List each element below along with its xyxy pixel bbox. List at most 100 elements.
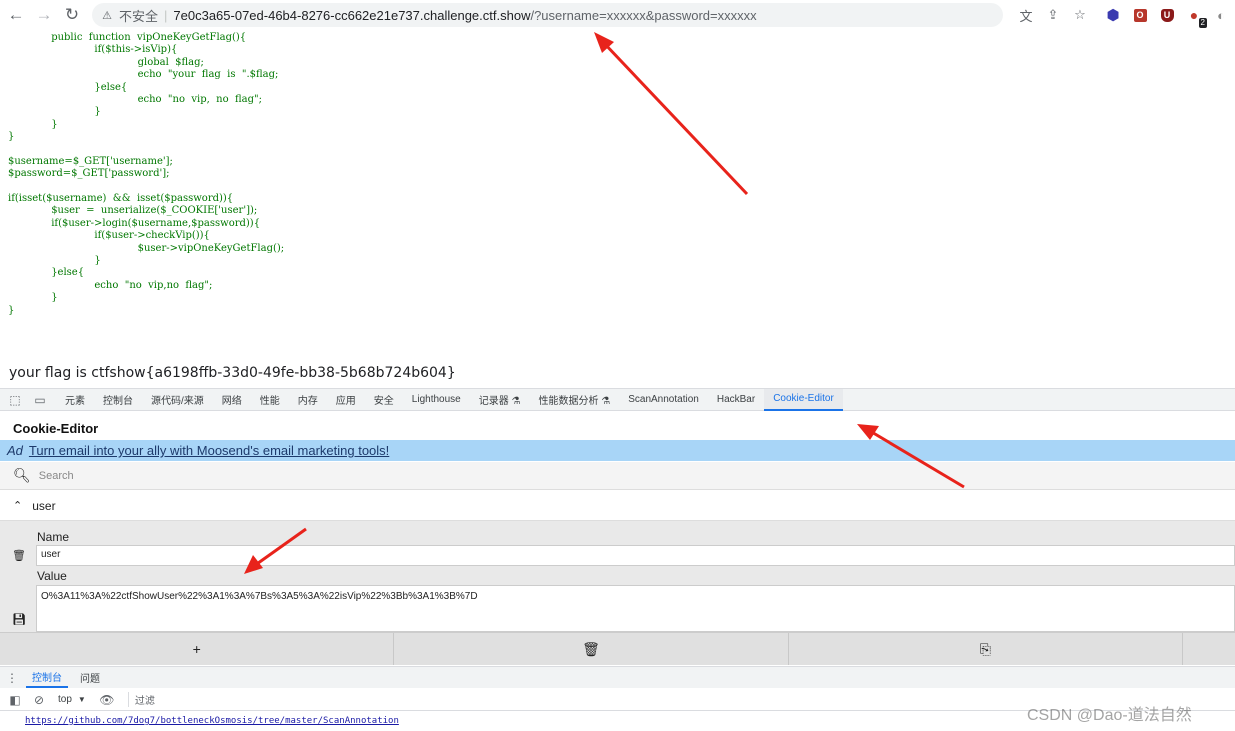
watermark: CSDN @Dao-道法自然 xyxy=(1027,707,1192,724)
context-selector[interactable]: top ▼ xyxy=(58,694,86,705)
eye-icon[interactable]: 👁︎ xyxy=(98,693,116,707)
cookie-edit-form: Name 🗑︎ user Value 💾︎ O%3A11%3A%22ctfSho… xyxy=(0,521,1235,632)
cookie-icon: ● xyxy=(1189,7,1199,23)
code-line: } xyxy=(51,292,58,304)
code-line: if($user->login($username,$password)){ xyxy=(51,217,261,229)
caret-down-icon: ▼ xyxy=(77,695,86,704)
code-line: }else{ xyxy=(94,81,128,93)
cookie-item-name: user xyxy=(32,498,56,513)
code-line: if($this->isVip){ xyxy=(94,44,178,56)
devtools-tab[interactable]: ScanAnnotation xyxy=(619,389,708,411)
warning-icon: ⚠ xyxy=(102,9,112,22)
ad-banner: Ad Turn email into your ally with Moosen… xyxy=(0,440,1235,461)
export-cookies-button[interactable] xyxy=(1183,633,1235,665)
share-icon: ⇪ xyxy=(1047,7,1059,22)
console-link[interactable]: https://github.com/7dog7/bottleneckOsmos… xyxy=(25,716,399,726)
more-vertical-icon[interactable]: ⋮ xyxy=(4,671,20,685)
devtools-tab[interactable]: Lighthouse xyxy=(403,389,470,411)
extension-badge: 2 xyxy=(1198,18,1207,28)
name-label: Name xyxy=(37,530,70,544)
puzzle-icon: ◐ xyxy=(1217,7,1225,23)
cookie-item-header[interactable]: ⌃ user xyxy=(0,491,1235,521)
toolbar-actions: 文 ⇪ ☆ ⬢ O U ● 2 ◐ xyxy=(1015,4,1235,28)
flag-output: your flag is ctfshow{a6198ffb-33d0-49fe-… xyxy=(9,365,456,381)
devtools-tab[interactable]: 记录器 ⚗ xyxy=(470,389,530,411)
extension-office-button[interactable]: O xyxy=(1129,4,1151,26)
devtools-tab[interactable]: Cookie-Editor xyxy=(764,388,843,411)
devtools-tab[interactable]: 应用 xyxy=(327,389,365,411)
drawer-tab-issues[interactable]: 问题 xyxy=(74,667,106,688)
save-cookie-button[interactable]: 💾︎ xyxy=(12,613,26,626)
extension-puzzle-button[interactable]: ◐ xyxy=(1210,4,1232,26)
share-button[interactable]: ⇪ xyxy=(1042,4,1064,26)
drawer-tabbar: ⋮ 控制台 问题 xyxy=(0,666,1235,688)
devtools-tab[interactable]: 源代码/来源 xyxy=(142,389,213,411)
code-line: if(isset($username) && isset($password))… xyxy=(8,193,234,205)
import-cookies-button[interactable]: ⎘ xyxy=(789,633,1183,665)
ad-link[interactable]: Turn email into your ally with Moosend's… xyxy=(29,443,389,458)
extension-hackbar-button[interactable]: ⬢ xyxy=(1102,4,1124,26)
sidebar-toggle-icon[interactable]: ◧ xyxy=(6,693,24,707)
clear-console-icon[interactable]: ⊘ xyxy=(30,693,48,707)
devtools-tab[interactable]: 性能数据分析 ⚗ xyxy=(529,389,619,411)
plus-icon: + xyxy=(192,641,201,657)
device-toolbar-button[interactable]: ▭ xyxy=(30,390,50,410)
device-icon: ▭ xyxy=(34,392,46,407)
cookie-search-input[interactable] xyxy=(38,469,939,482)
cookie-search-bar: 🔍︎ xyxy=(0,462,1235,490)
code-line: $password=$_GET['password']; xyxy=(8,168,170,180)
code-line: $user->vipOneKeyGetFlag(); xyxy=(137,242,285,254)
devtools-tab[interactable]: 控制台 xyxy=(94,389,142,411)
url-host: 7e0c3a65-07ed-46b4-8276-cc662e21e737.cha… xyxy=(173,7,531,23)
inspect-element-button[interactable]: ⬚ xyxy=(5,390,25,410)
extension-ublock-button[interactable]: U xyxy=(1156,4,1178,26)
cookie-editor-title: Cookie-Editor xyxy=(13,421,99,436)
add-cookie-button[interactable]: + xyxy=(0,633,395,665)
code-line: if($user->checkVip()){ xyxy=(94,230,210,242)
devtools-tab[interactable]: 性能 xyxy=(251,389,289,411)
code-line: global $flag; xyxy=(137,56,204,68)
chevron-up-icon: ⌃ xyxy=(13,500,23,512)
devtools-tab[interactable]: 网络 xyxy=(213,389,251,411)
browser-toolbar: ← → ↻ ⚠ 不安全 | 7e0c3a65-07ed-46b4-8276-cc… xyxy=(0,0,1235,30)
devtools-tab[interactable]: 元素 xyxy=(56,389,94,411)
star-icon: ☆ xyxy=(1074,7,1086,22)
bookmark-button[interactable]: ☆ xyxy=(1069,4,1091,26)
code-line: } xyxy=(94,106,101,118)
code-line: }else{ xyxy=(51,267,85,279)
code-line: public function vipOneKeyGetFlag(){ xyxy=(51,32,247,43)
translate-icon: 文 xyxy=(1019,8,1033,24)
delete-all-button[interactable]: 🗑︎ xyxy=(394,633,789,665)
drawer-tab-console[interactable]: 控制台 xyxy=(26,667,68,688)
translate-button[interactable]: 文 xyxy=(1015,4,1037,26)
devtools-tab[interactable]: 内存 xyxy=(289,389,327,411)
cursor-select-icon: ⬚ xyxy=(9,392,21,407)
devtools-tab[interactable]: HackBar xyxy=(708,389,764,411)
forward-button[interactable]: → xyxy=(32,3,56,27)
cookie-value-field[interactable]: O%3A11%3A%22ctfShowUser%22%3A1%3A%7Bs%3A… xyxy=(36,585,1235,632)
trash-icon: 🗑︎ xyxy=(12,550,26,562)
reload-button[interactable]: ↻ xyxy=(60,3,84,27)
devtools-tab[interactable]: 安全 xyxy=(365,389,403,411)
hexagon-icon: ⬢ xyxy=(1106,7,1120,24)
code-line: } xyxy=(8,304,15,316)
cookie-name-field[interactable]: user xyxy=(36,545,1235,566)
code-line: echo "no vip, no flag"; xyxy=(137,93,262,105)
code-line: } xyxy=(94,255,101,267)
back-button[interactable]: ← xyxy=(4,3,28,27)
address-bar[interactable]: ⚠ 不安全 | 7e0c3a65-07ed-46b4-8276-cc662e21… xyxy=(92,3,1003,27)
value-label: Value xyxy=(37,569,67,583)
code-line: $username=$_GET['username']; xyxy=(8,155,173,167)
code-line: } xyxy=(8,131,15,143)
office-icon: O xyxy=(1133,8,1147,22)
extension-cookie-button[interactable]: ● 2 xyxy=(1183,4,1207,28)
arrow-right-icon: → xyxy=(35,5,53,24)
reload-icon: ↻ xyxy=(64,5,80,24)
delete-cookie-button[interactable]: 🗑︎ xyxy=(12,549,26,562)
insecure-label: 不安全 xyxy=(119,8,159,24)
console-filter-input[interactable]: 过滤 xyxy=(127,692,155,707)
context-value: top xyxy=(58,694,72,705)
ad-tag: Ad xyxy=(7,443,23,458)
